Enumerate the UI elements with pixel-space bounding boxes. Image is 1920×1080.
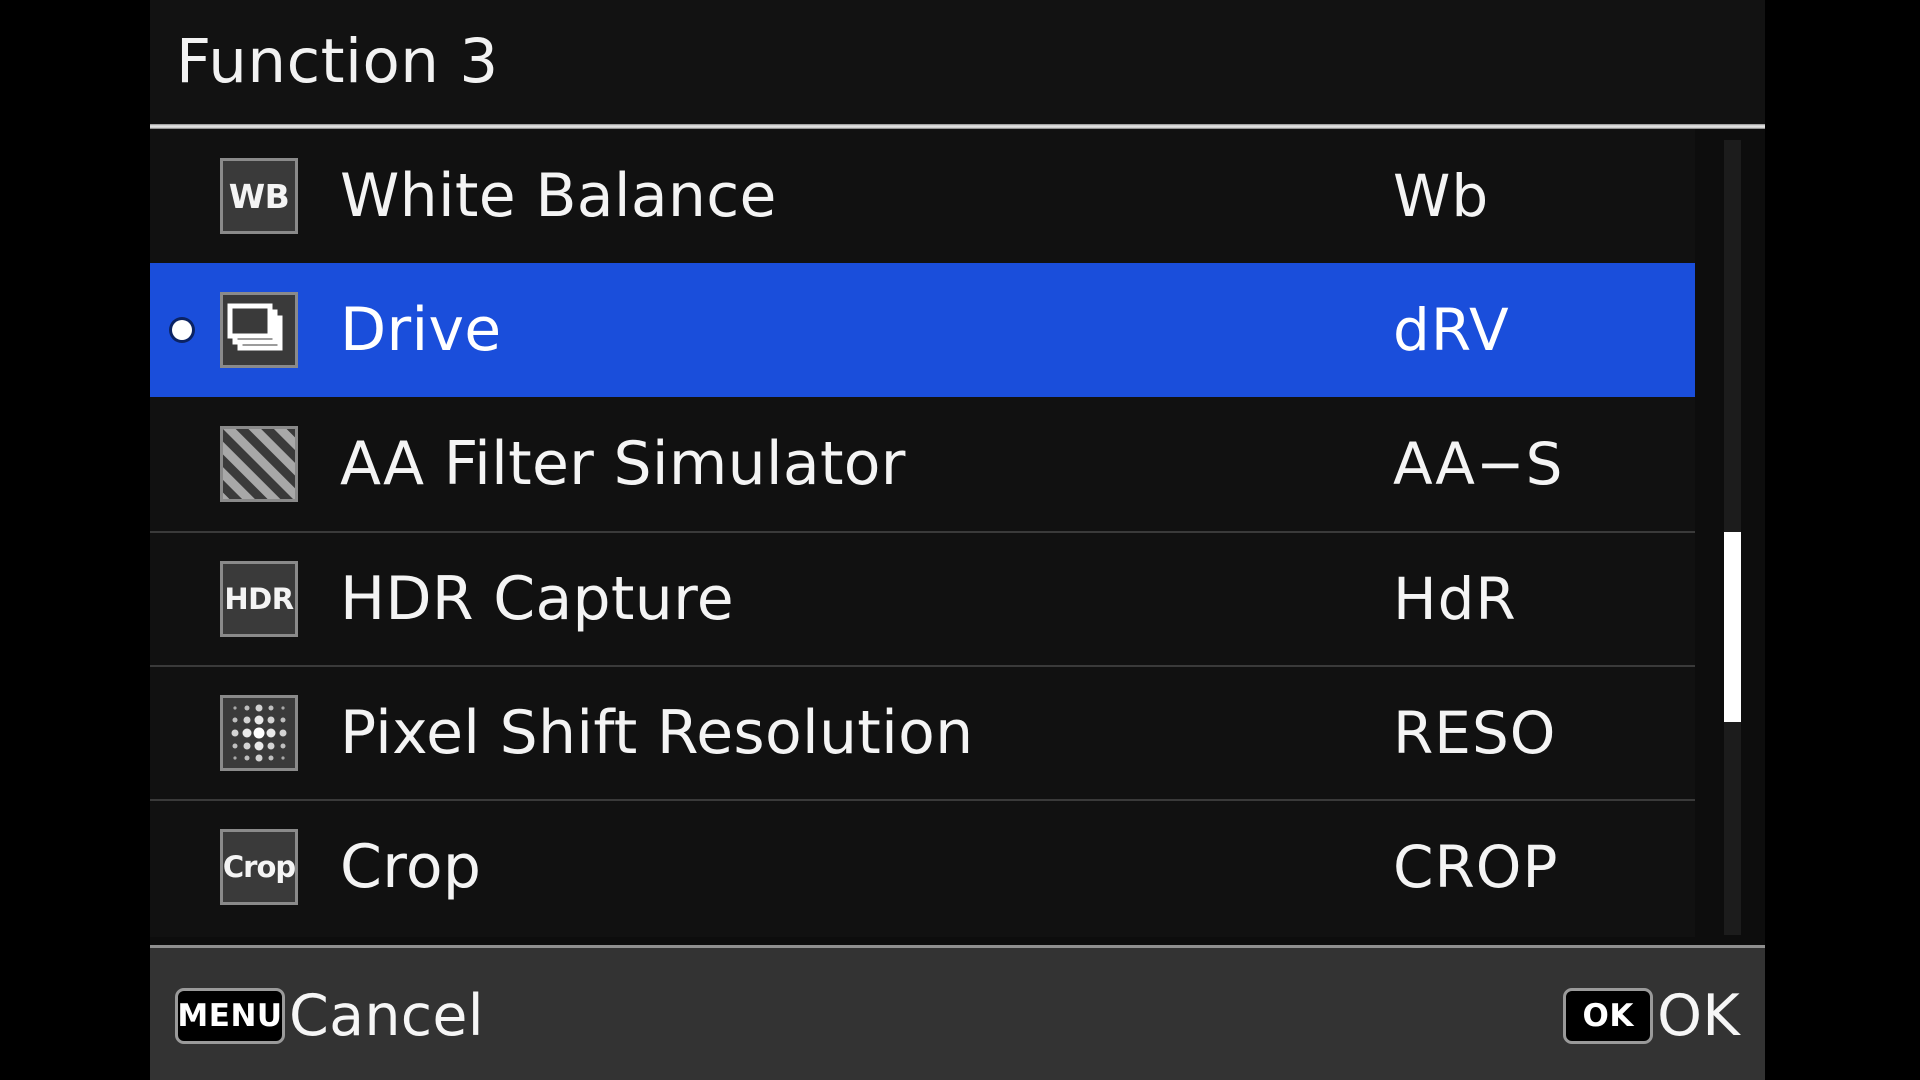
ok-label: OK: [1657, 982, 1740, 1049]
drive-stacked-frames-icon: [220, 292, 298, 368]
menu-row-drive[interactable]: Drive dRV: [150, 263, 1695, 397]
menu-row-label: Crop: [340, 832, 482, 902]
menu-row-abbreviation: HdR: [1393, 565, 1517, 633]
menu-row-white-balance[interactable]: WB White Balance Wb: [150, 129, 1695, 263]
menu-item-list: WB White Balance Wb Drive dRV AA Filter Simul…: [150, 129, 1695, 937]
white-balance-icon: WB: [220, 158, 298, 234]
bottom-action-bar: MENU Cancel OK OK: [150, 945, 1765, 1080]
crop-icon: Crop: [220, 829, 298, 905]
menu-row-abbreviation: dRV: [1393, 296, 1510, 364]
cancel-label: Cancel: [289, 982, 484, 1049]
scrollbar-thumb[interactable]: [1724, 532, 1741, 722]
pixel-shift-dot-grid-icon: [220, 695, 298, 771]
aa-filter-diagonal-stripes-icon: [220, 426, 298, 502]
menu-row-label: White Balance: [340, 161, 777, 231]
page-title: Function 3: [176, 26, 499, 97]
ok-button[interactable]: OK OK: [1563, 985, 1740, 1047]
menu-header: Function 3: [150, 0, 1770, 125]
panel-right-edge: [1765, 0, 1770, 1080]
menu-row-label: HDR Capture: [340, 564, 734, 634]
selection-dot-empty: [172, 186, 192, 206]
menu-row-crop[interactable]: Crop Crop CROP: [150, 799, 1695, 933]
menu-row-abbreviation: CROP: [1393, 833, 1559, 901]
icon-text: WB: [228, 176, 290, 216]
hdr-capture-icon: HDR: [220, 561, 298, 637]
menu-row-hdr-capture[interactable]: HDR HDR Capture HdR: [150, 531, 1695, 665]
menu-row-label: Drive: [340, 295, 502, 365]
selection-dot-empty: [172, 857, 192, 877]
scrollbar-track[interactable]: [1724, 140, 1741, 935]
selection-dot-empty: [172, 454, 192, 474]
icon-text: HDR: [224, 581, 294, 616]
cancel-button[interactable]: MENU Cancel: [175, 985, 484, 1047]
aa-filter-stripes-glyph: [223, 429, 295, 499]
menu-row-pixel-shift-resolution[interactable]: Pixel Shift Resolution RESO: [150, 665, 1695, 799]
pixel-shift-dots-glyph: [231, 704, 287, 762]
current-selection-dot: [172, 320, 192, 340]
camera-menu-screen: Function 3 WB White Balance Wb Drive dRV AA F…: [0, 0, 1920, 1080]
function-menu-panel: Function 3 WB White Balance Wb Drive dRV AA F…: [150, 0, 1770, 1080]
menu-row-aa-filter-simulator[interactable]: AA Filter Simulator AA−S: [150, 397, 1695, 531]
menu-row-abbreviation: RESO: [1393, 699, 1557, 767]
selection-dot-empty: [172, 589, 192, 609]
menu-row-label: Pixel Shift Resolution: [340, 698, 974, 768]
menu-row-abbreviation: AA−S: [1393, 430, 1564, 498]
menu-key-badge: MENU: [175, 987, 285, 1044]
menu-row-abbreviation: Wb: [1393, 162, 1490, 230]
menu-row-label: AA Filter Simulator: [340, 429, 906, 499]
icon-text: Crop: [222, 849, 296, 884]
selection-dot-empty: [172, 723, 192, 743]
drive-frames-glyph: [227, 303, 283, 351]
ok-key-badge: OK: [1563, 987, 1654, 1044]
